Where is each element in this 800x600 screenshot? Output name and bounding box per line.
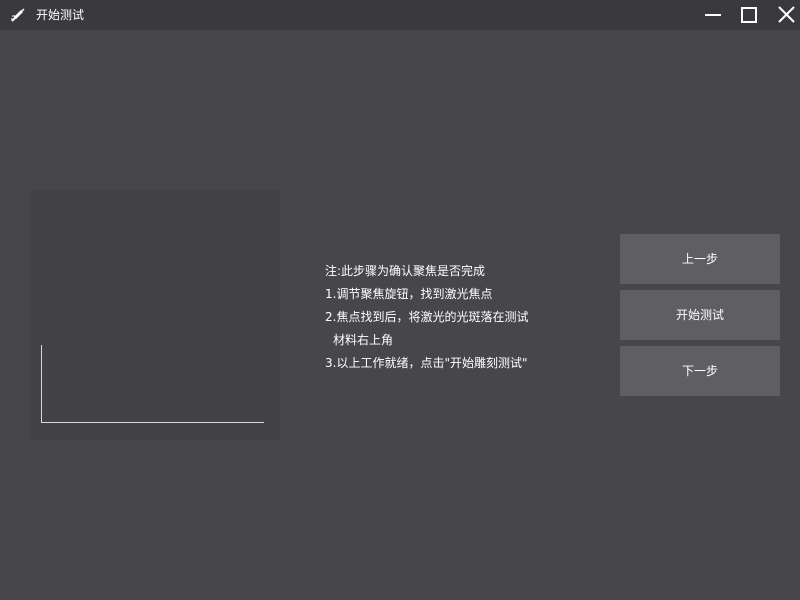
close-icon: [778, 6, 795, 23]
instruction-note: 注:此步骤为确认聚焦是否完成: [325, 264, 486, 278]
laser-pen-icon: [10, 7, 26, 23]
next-step-button[interactable]: 下一步: [620, 346, 780, 396]
main-window: 开始测试 注:此步骤为确认聚焦是否完成 1.调节聚焦旋钮，找到激光焦点 2.焦点…: [0, 0, 800, 600]
instruction-step-1: 1.调节聚焦旋钮，找到激光焦点: [325, 287, 493, 301]
start-test-button[interactable]: 开始测试: [620, 290, 780, 340]
corner-guide: [41, 345, 264, 423]
instruction-step-2: 2.焦点找到后，将激光的光斑落在测试: [325, 310, 529, 324]
previous-step-button[interactable]: 上一步: [620, 234, 780, 284]
instruction-step-3: 3.以上工作就绪，点击"开始雕刻测试": [325, 356, 528, 370]
minimize-icon: [705, 14, 721, 16]
title-bar[interactable]: 开始测试: [0, 0, 800, 30]
window-title: 开始测试: [36, 8, 85, 22]
close-button[interactable]: [768, 0, 800, 30]
minimize-button[interactable]: [694, 0, 730, 30]
maximize-button[interactable]: [731, 0, 767, 30]
maximize-icon: [741, 7, 757, 23]
instructions-text: 注:此步骤为确认聚焦是否完成 1.调节聚焦旋钮，找到激光焦点 2.焦点找到后，将…: [325, 260, 605, 375]
preview-panel: [30, 190, 280, 440]
instruction-step-2-continued: 材料右上角: [333, 333, 394, 347]
